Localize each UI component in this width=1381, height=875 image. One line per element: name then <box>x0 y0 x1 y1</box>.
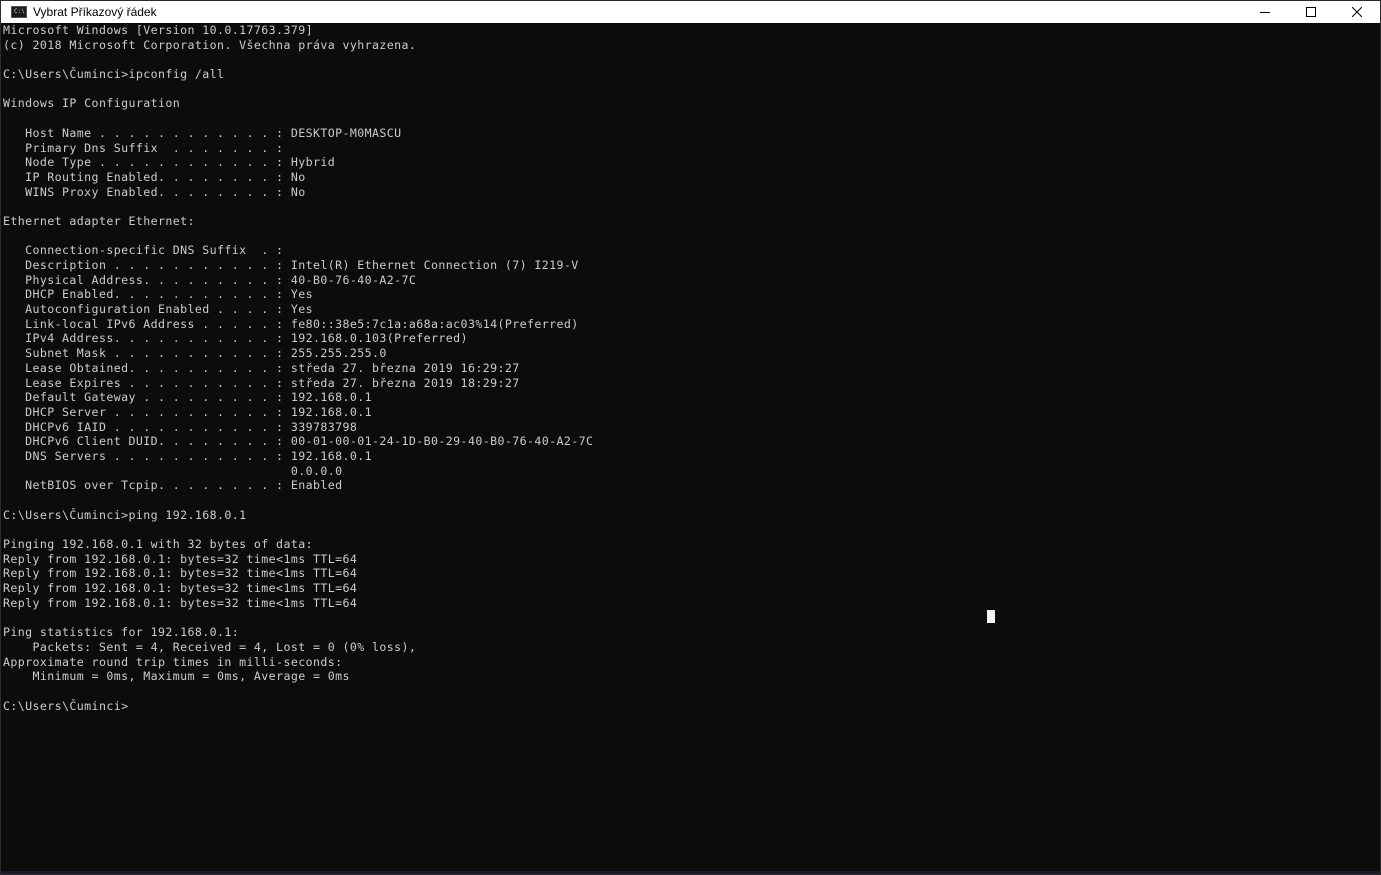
console-line: Lease Obtained. . . . . . . . . . : stře… <box>3 360 520 375</box>
console-line: NetBIOS over Tcpip. . . . . . . . : Enab… <box>3 478 343 493</box>
console-line: DNS Servers . . . . . . . . . . . : 192.… <box>3 448 373 463</box>
console-line: 0.0.0.0 <box>3 463 343 478</box>
close-button[interactable] <box>1334 1 1380 23</box>
console-line: Microsoft Windows [Version 10.0.17763.37… <box>3 23 313 37</box>
console-line: Node Type . . . . . . . . . . . . : Hybr… <box>3 155 336 170</box>
window-controls <box>1242 1 1380 23</box>
window-bottom-edge <box>1 871 1380 874</box>
console-line: Reply from 192.168.0.1: bytes=32 time<1m… <box>3 551 358 566</box>
console-line: (c) 2018 Microsoft Corporation. Všechna … <box>3 37 417 52</box>
close-icon <box>1352 7 1362 17</box>
console-line: Lease Expires . . . . . . . . . . : stře… <box>3 375 520 390</box>
command-prompt-window: C:\ Vybrat Příkazový řádek Microsoft Win <box>0 0 1381 875</box>
console-line: Connection-specific DNS Suffix . : <box>3 243 284 258</box>
console-line: Default Gateway . . . . . . . . . : 192.… <box>3 390 373 405</box>
console-line: Link-local IPv6 Address . . . . . : fe80… <box>3 316 579 331</box>
window-title: Vybrat Příkazový řádek <box>33 5 157 19</box>
console-line: Autoconfiguration Enabled . . . . : Yes <box>3 302 313 317</box>
console-line: Reply from 192.168.0.1: bytes=32 time<1m… <box>3 595 358 610</box>
minimize-button[interactable] <box>1242 1 1288 23</box>
console-line: C:\Users\Čuminci> <box>3 698 129 713</box>
console-line: Windows IP Configuration <box>3 96 181 111</box>
maximize-icon <box>1306 7 1316 17</box>
console-line: Reply from 192.168.0.1: bytes=32 time<1m… <box>3 566 358 581</box>
console-line: Ping statistics for 192.168.0.1: <box>3 625 240 640</box>
console-line: Packets: Sent = 4, Received = 4, Lost = … <box>3 639 417 654</box>
console-line: Description . . . . . . . . . . . : Inte… <box>3 258 579 272</box>
title-bar[interactable]: C:\ Vybrat Příkazový řádek <box>1 1 1380 23</box>
console-line: C:\Users\Čuminci>ping 192.168.0.1 <box>3 507 247 522</box>
cmd-icon-text: C:\ <box>14 8 25 15</box>
console-line: Reply from 192.168.0.1: bytes=32 time<1m… <box>3 581 358 596</box>
console-line: Primary Dns Suffix . . . . . . . : <box>3 140 284 155</box>
console-line: Pinging 192.168.0.1 with 32 bytes of dat… <box>3 537 313 552</box>
console-line: Host Name . . . . . . . . . . . . : DESK… <box>3 125 402 140</box>
console-line: Physical Address. . . . . . . . . : 40-B… <box>3 272 417 287</box>
maximize-button[interactable] <box>1288 1 1334 23</box>
vertical-scrollbar[interactable] <box>1362 23 1379 873</box>
console-line: Minimum = 0ms, Maximum = 0ms, Average = … <box>3 669 350 684</box>
console-line: Ethernet adapter Ethernet: <box>3 213 195 228</box>
console-line: Approximate round trip times in milli-se… <box>3 654 343 669</box>
console-line: Subnet Mask . . . . . . . . . . . : 255.… <box>3 346 387 361</box>
text-cursor <box>987 610 995 623</box>
console-line: IPv4 Address. . . . . . . . . . . : 192.… <box>3 331 468 346</box>
minimize-icon <box>1260 12 1270 13</box>
console-line: DHCPv6 Client DUID. . . . . . . . : 00-0… <box>3 434 594 449</box>
cmd-icon[interactable]: C:\ <box>11 6 27 18</box>
console-line: DHCPv6 IAID . . . . . . . . . . . : 3397… <box>3 419 358 434</box>
console-line: C:\Users\Čuminci>ipconfig /all <box>3 67 225 82</box>
console-line: WINS Proxy Enabled. . . . . . . . : No <box>3 184 306 199</box>
console-line: IP Routing Enabled. . . . . . . . : No <box>3 169 306 184</box>
console-line: DHCP Server . . . . . . . . . . . : 192.… <box>3 404 373 419</box>
console-output[interactable]: Microsoft Windows [Version 10.0.17763.37… <box>3 23 1363 863</box>
console-line: DHCP Enabled. . . . . . . . . . . : Yes <box>3 287 313 302</box>
